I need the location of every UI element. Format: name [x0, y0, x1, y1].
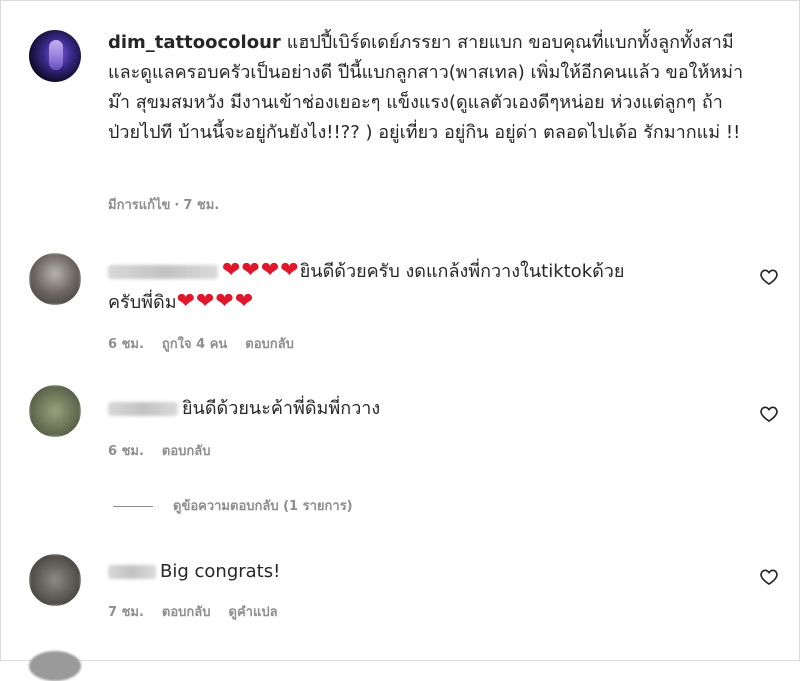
reply-button[interactable]: ตอบกลับ [162, 605, 211, 620]
comment-time: 6 ชม. [108, 444, 144, 459]
heart-outline-icon[interactable] [759, 567, 779, 587]
caption-time: 7 ชม. [183, 198, 220, 213]
heart-outline-icon[interactable] [759, 267, 779, 287]
comment-username-blurred[interactable] [108, 565, 156, 579]
comments-panel: dim_tattoocolour แฮปปี้เบิร์ดเดย์ภรรยา สา… [0, 0, 800, 681]
caption-avatar[interactable] [29, 30, 81, 82]
comment-time: 6 ชม. [108, 337, 144, 352]
comment-text: ยินดีด้วยครับ งดแกล้งพี่กวางในtiktokด้วย [299, 261, 625, 282]
comment-avatar[interactable] [29, 253, 81, 305]
comment-username-blurred[interactable] [108, 402, 178, 416]
caption-meta: มีการแก้ไข · 7 ชม. [108, 198, 220, 213]
reply-button[interactable]: ตอบกลับ [162, 444, 211, 459]
comment-time: 7 ชม. [108, 605, 144, 620]
comment-text: Big congrats! [160, 561, 281, 582]
hearts-emoji: ❤❤❤❤ [222, 258, 300, 283]
comment-3: Big congrats! [108, 557, 748, 587]
comment-1: ❤❤❤❤ยินดีด้วยครับ งดแกล้งพี่กวางในtiktok… [108, 256, 748, 318]
comment-username-blurred[interactable] [108, 265, 218, 279]
next-comment-avatar[interactable] [29, 651, 81, 681]
comment-likes[interactable]: ถูกใจ 4 คน [162, 337, 227, 352]
comment-avatar[interactable] [29, 385, 81, 437]
translate-button[interactable]: ดูคำแปล [229, 605, 278, 620]
caption: dim_tattoocolour แฮปปี้เบิร์ดเดย์ภรรยา สา… [108, 28, 748, 148]
comment-3-meta: 7 ชม. ตอบกลับ ดูคำแปล [108, 601, 296, 622]
comment-2-meta: 6 ชม. ตอบกลับ [108, 440, 229, 461]
heart-outline-icon[interactable] [759, 404, 779, 424]
hearts-emoji: ❤❤❤❤ [176, 289, 255, 314]
view-replies-button[interactable]: ดูข้อความตอบกลับ (1 รายการ) [113, 495, 353, 516]
caption-username[interactable]: dim_tattoocolour [108, 32, 281, 53]
comment-text: ครับพี่ดิม [108, 292, 177, 313]
divider-line [113, 506, 153, 507]
comment-2: ยินดีด้วยนะค้าพี่ดิมพี่กวาง [108, 394, 748, 424]
caption-edited: มีการแก้ไข [108, 198, 171, 213]
comment-1-meta: 6 ชม. ถูกใจ 4 คน ตอบกลับ [108, 333, 312, 354]
comment-avatar[interactable] [29, 554, 81, 606]
reply-button[interactable]: ตอบกลับ [245, 337, 294, 352]
comment-text: ยินดีด้วยนะค้าพี่ดิมพี่กวาง [182, 398, 381, 419]
